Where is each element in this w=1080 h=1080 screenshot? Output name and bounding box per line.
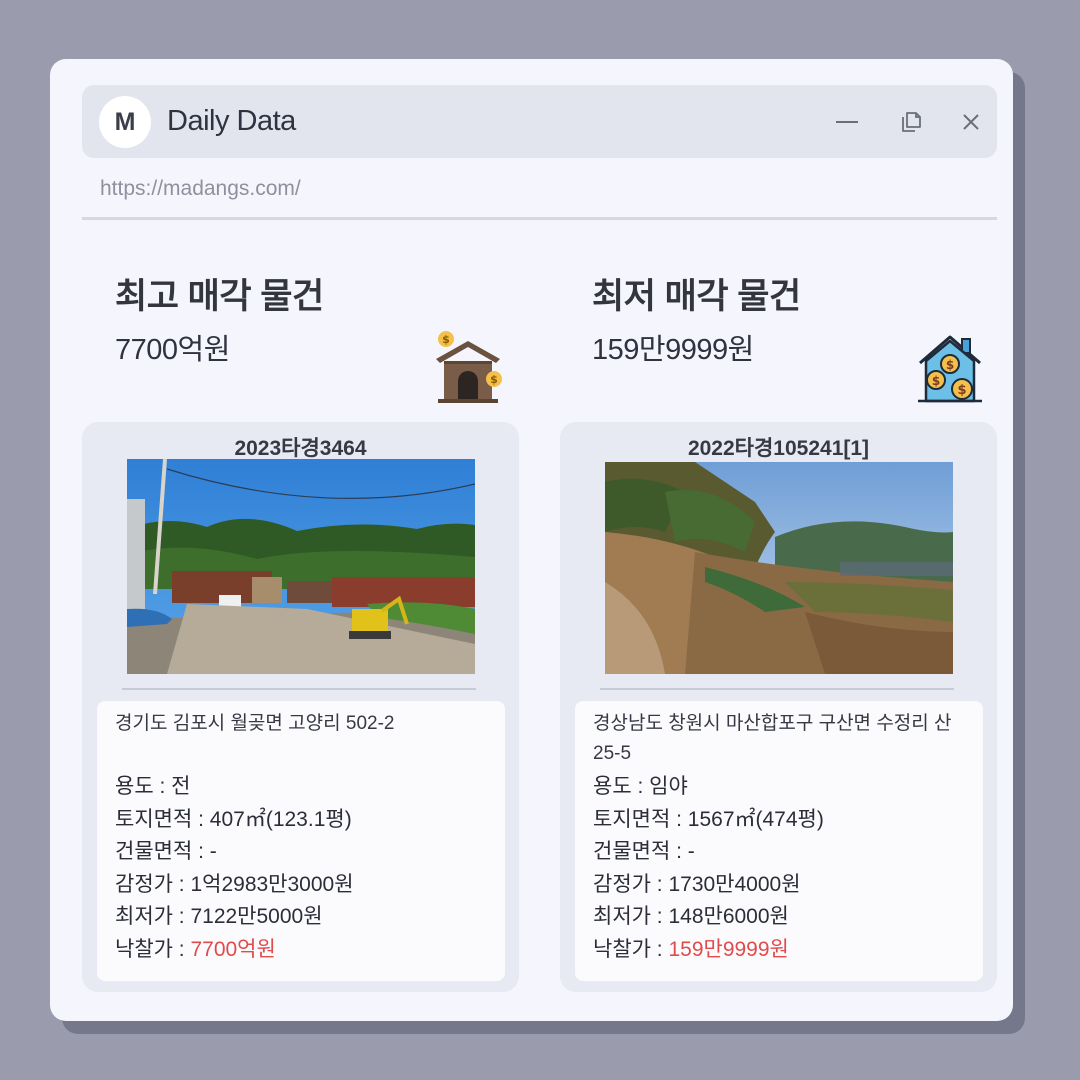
- svg-text:$: $: [957, 383, 966, 398]
- appraisal-value: 1억2983만3000원: [190, 872, 354, 896]
- land-area-row: 토지면적 : 1567㎡(474평): [593, 804, 965, 837]
- winning-bid-value: 7700억원: [190, 937, 276, 961]
- minimize-icon: [836, 121, 858, 123]
- usage-row: 용도 : 전: [115, 771, 487, 804]
- url-divider: [82, 217, 997, 220]
- appraisal-row: 감정가 : 1억2983만3000원: [115, 869, 487, 902]
- building-area-value: -: [209, 840, 217, 863]
- property-card: 2022타경105241[1] 경상남도 창원시 마산합포구 구산면 수정리 산…: [560, 422, 997, 992]
- case-number: 2022타경105241[1]: [687, 437, 870, 460]
- section-amount: 7700억원: [115, 334, 230, 366]
- restore-button[interactable]: [896, 107, 926, 137]
- property-info: 경기도 김포시 월곶면 고양리 502-2 용도 : 전 토지면적 : 407㎡…: [97, 701, 505, 981]
- winning-bid-row: 낙찰가 : 7700억원: [115, 934, 487, 967]
- address: 경기도 김포시 월곶면 고양리 502-2: [115, 713, 395, 734]
- case-number: 2023타경3464: [234, 437, 367, 460]
- close-icon: [963, 114, 979, 130]
- appraisal-label: 감정가 :: [593, 872, 669, 896]
- land-area-row: 토지면적 : 407㎡(123.1평): [115, 804, 487, 837]
- restore-icon: [902, 112, 921, 132]
- winning-bid-row: 낙찰가 : 159만9999원: [593, 934, 965, 967]
- appraisal-value: 1730만4000원: [668, 872, 801, 896]
- winning-bid-value: 159만9999원: [668, 937, 789, 961]
- minimum-price-value: 148만6000원: [668, 905, 789, 928]
- section-title: 최저 매각 물건: [592, 277, 801, 316]
- minimize-button[interactable]: [832, 107, 862, 137]
- property-photo[interactable]: [127, 459, 475, 674]
- winning-bid-label: 낙찰가 :: [593, 937, 669, 961]
- card-divider: [600, 688, 954, 690]
- usage-row: 용도 : 임야: [593, 771, 965, 804]
- svg-text:$: $: [932, 374, 940, 388]
- property-info: 경상남도 창원시 마산합포구 구산면 수정리 산25-5 용도 : 임야 토지면…: [575, 701, 983, 981]
- land-area-value: 407㎡(123.1평): [209, 807, 352, 831]
- minimum-price-label: 최저가 :: [593, 905, 669, 928]
- land-area-label: 토지면적 :: [115, 807, 210, 831]
- appraisal-label: 감정가 :: [115, 872, 191, 896]
- building-area-value: -: [687, 840, 695, 863]
- property-card: 2023타경3464 경기도 김포시 월곶면 고양리 502-2 용도: 전 …: [82, 422, 519, 992]
- appraisal-row: 감정가 : 1730만4000원: [593, 869, 965, 902]
- minimum-price-row: 최저가 : 7122만5000원: [115, 901, 487, 934]
- app-window: M Daily Data https://madangs.com/ 최고 매각 …: [50, 59, 1013, 1021]
- section-title: 최고 매각 물건: [115, 277, 324, 316]
- money-house-icon: $ $: [432, 329, 504, 405]
- app-title: Daily Data: [167, 105, 296, 137]
- land-area-label: 토지면적 :: [593, 807, 688, 831]
- usage-label: 용도 :: [115, 775, 172, 798]
- building-area-label: 건물면적 :: [593, 840, 688, 863]
- svg-text:$: $: [442, 333, 450, 346]
- minimum-price-value: 7122만5000원: [190, 905, 323, 928]
- svg-text:$: $: [490, 373, 498, 386]
- building-area-row: 건물면적 : -: [593, 836, 965, 869]
- minimum-price-label: 최저가 :: [115, 905, 191, 928]
- usage-label: 용도 :: [593, 775, 650, 798]
- url-text[interactable]: https://madangs.com/: [100, 177, 301, 201]
- app-avatar: M: [99, 96, 151, 148]
- usage-value: 전: [171, 775, 191, 798]
- land-area-value: 1567㎡(474평): [687, 807, 824, 831]
- property-photo[interactable]: [605, 462, 953, 674]
- building-area-label: 건물면적 :: [115, 840, 210, 863]
- title-bar[interactable]: M Daily Data: [82, 85, 997, 158]
- usage-value: 임야: [649, 775, 688, 798]
- house-coins-icon: $ $ $: [914, 329, 986, 405]
- section-amount: 159만9999원: [592, 334, 754, 366]
- minimum-price-row: 최저가 : 148만6000원: [593, 901, 965, 934]
- address: 경상남도 창원시 마산합포구 구산면 수정리 산25-5: [593, 713, 952, 764]
- card-divider: [122, 688, 476, 690]
- close-button[interactable]: [956, 107, 986, 137]
- svg-text:$: $: [946, 358, 954, 372]
- building-area-row: 건물면적 : -: [115, 836, 487, 869]
- winning-bid-label: 낙찰가 :: [115, 937, 191, 961]
